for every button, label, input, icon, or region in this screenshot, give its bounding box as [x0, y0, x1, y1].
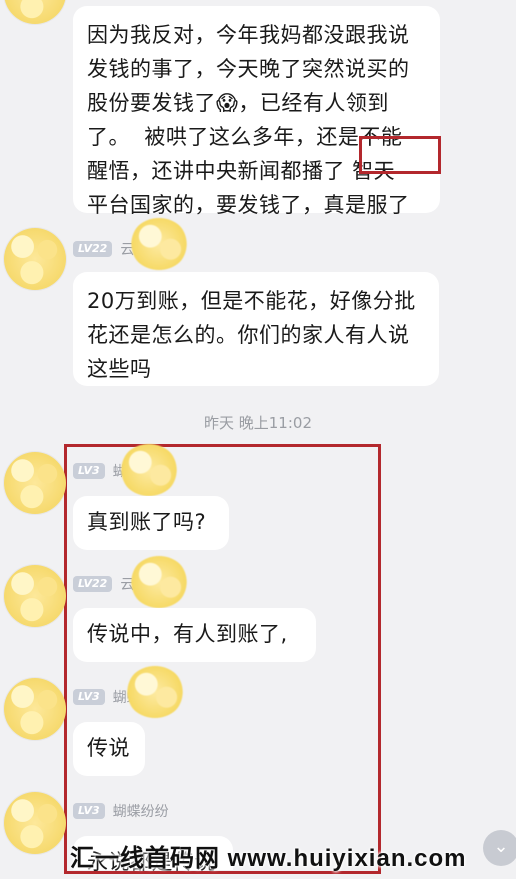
sender-meta: LV22 云 — [73, 239, 134, 259]
highlight-box — [359, 136, 441, 174]
message-bubble[interactable]: 20万到账，但是不能花，好像分批 花还是怎么的。你们的家人有人说 这些吗 — [73, 272, 439, 386]
avatar[interactable] — [4, 565, 66, 627]
message-bubble[interactable]: 传说中，有人到账了, — [73, 608, 316, 662]
level-badge: LV22 — [73, 241, 113, 257]
avatar[interactable] — [4, 792, 66, 854]
watermark: 汇一线首码网 www.huiyixian.com — [70, 845, 467, 872]
level-badge: LV3 — [73, 463, 105, 479]
message-bubble[interactable]: 传说 — [73, 722, 145, 776]
blurred-name — [130, 218, 188, 270]
chat-timestamp: 昨天 晚上11:02 — [204, 414, 312, 432]
level-badge: LV3 — [73, 803, 105, 819]
level-badge: LV3 — [73, 689, 105, 705]
avatar[interactable] — [4, 0, 66, 24]
message-bubble[interactable]: 因为我反对，今年我妈都没跟我说 发钱的事了，今天晚了突然说买的 股份要发钱了😱，… — [73, 6, 440, 217]
avatar[interactable] — [4, 452, 66, 514]
sender-name[interactable]: 蝴蝶纷纷 — [113, 801, 169, 821]
sender-meta: LV3 蝴蝶纷纷 — [73, 801, 169, 821]
avatar[interactable] — [4, 678, 66, 740]
sender-meta: LV22 云 — [73, 574, 134, 594]
blurred-name — [126, 666, 184, 718]
blurred-name — [130, 556, 188, 608]
sender-meta: LV3 蝴 — [73, 461, 127, 481]
chevron-down-icon[interactable]: ⌄ — [483, 830, 516, 866]
level-badge: LV22 — [73, 576, 113, 592]
avatar[interactable] — [4, 228, 66, 290]
message-bubble[interactable]: 真到账了吗? — [73, 496, 229, 550]
blurred-name — [120, 444, 178, 496]
